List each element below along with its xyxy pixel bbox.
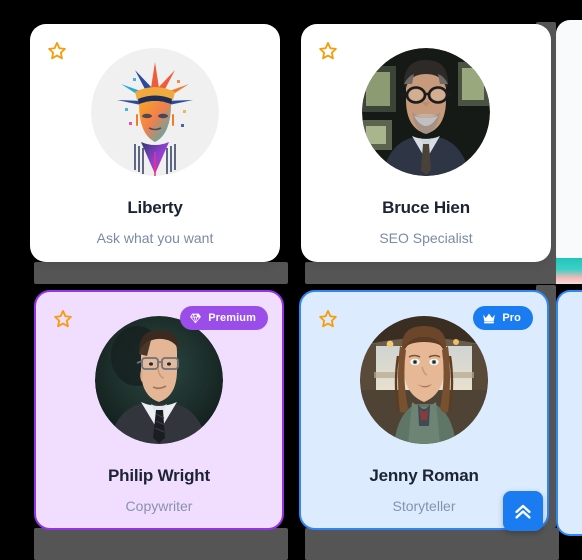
plan-badge-pro[interactable]: Pro [473,306,533,330]
agent-role: SEO Specialist [379,230,473,247]
agent-name: Bruce Hien [382,198,470,217]
star-icon[interactable] [44,38,70,64]
agent-card-liberty[interactable]: Liberty Ask what you want [30,24,280,262]
agent-card-philip-wright[interactable]: Premium Philip Wright Copywriter [34,290,284,530]
next-card-peek-gradient [556,258,582,284]
agent-name: Liberty [127,198,183,217]
agent-role: Storyteller [392,498,456,515]
crown-icon [482,312,496,324]
agent-card-bruce-hien[interactable]: Bruce Hien SEO Specialist [301,24,551,262]
card-grid-page: Liberty Ask what you want Bruce Hien SEO… [0,0,582,560]
plan-badge-premium[interactable]: Premium [180,306,268,330]
plan-badge-label: Premium [208,311,256,324]
plan-badge-label: Pro [502,311,521,324]
star-icon[interactable] [50,306,76,332]
avatar [362,48,490,176]
star-icon[interactable] [315,38,341,64]
agent-role: Copywriter [125,498,193,515]
agent-role: Ask what you want [96,230,214,247]
next-card-peek-lower[interactable] [556,290,582,536]
card-shadow [305,528,559,560]
avatar [95,316,223,444]
avatar [360,316,488,444]
top-letterbox [0,0,582,20]
scroll-to-top-button[interactable] [503,491,543,531]
double-chevron-up-icon [512,500,534,522]
card-shadow [34,528,288,560]
star-icon[interactable] [315,306,341,332]
avatar [91,48,219,176]
gem-icon [189,312,202,325]
agent-name: Philip Wright [108,466,210,485]
card-shadow [34,262,288,284]
agent-name: Jenny Roman [369,466,479,485]
next-card-peek[interactable] [556,20,582,270]
card-shadow [305,262,559,284]
